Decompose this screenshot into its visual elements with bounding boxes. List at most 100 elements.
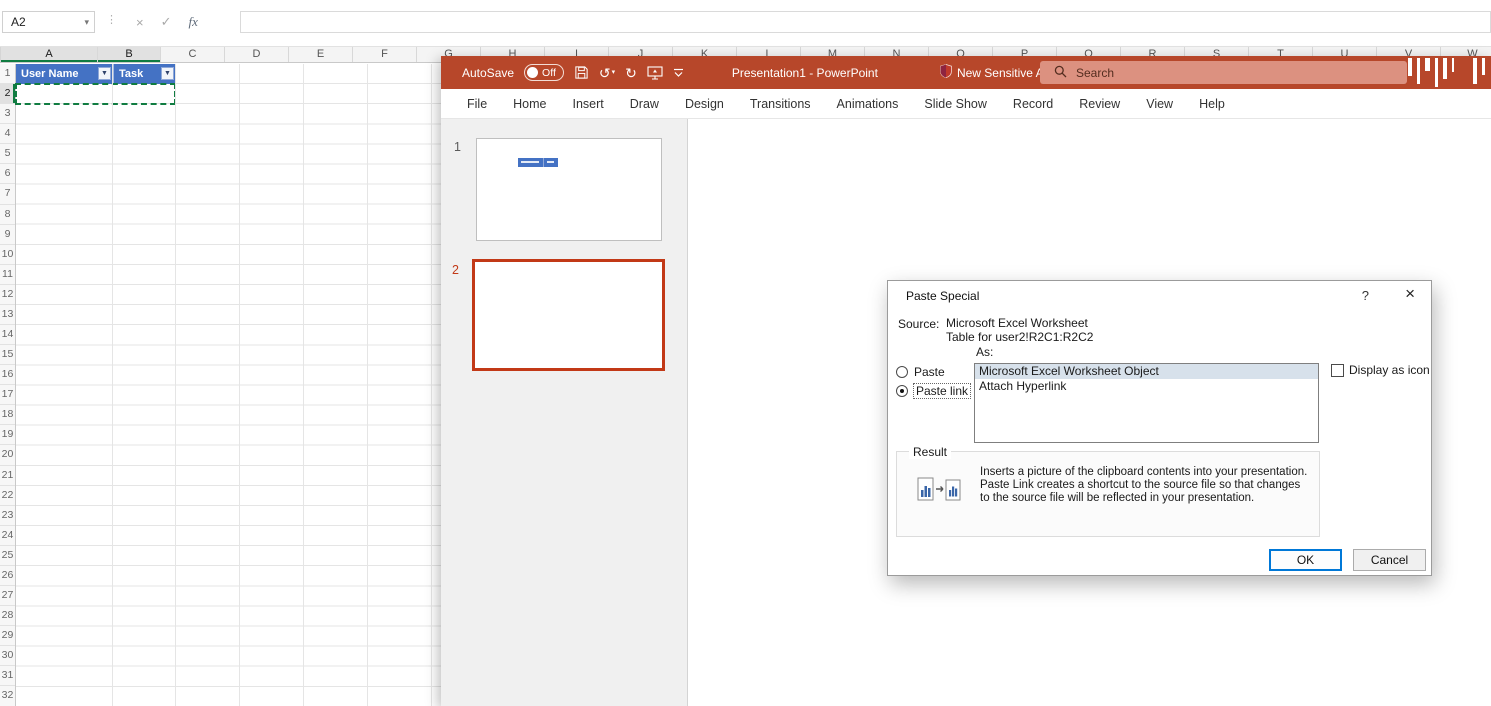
- ribbon-tab-review[interactable]: Review: [1066, 89, 1133, 119]
- redo-icon[interactable]: ↻: [625, 66, 637, 80]
- dialog-titlebar[interactable]: Paste Special ? ×: [888, 281, 1431, 311]
- row-header-9[interactable]: 9: [0, 225, 15, 245]
- ribbon-tab-home[interactable]: Home: [500, 89, 559, 119]
- row-header-7[interactable]: 7: [0, 184, 15, 205]
- slide-thumbnails-pane: 1 2: [441, 119, 688, 706]
- save-icon[interactable]: [574, 65, 589, 80]
- name-box-dropdown-icon[interactable]: ▾: [84, 12, 89, 32]
- row-header-5[interactable]: 5: [0, 144, 15, 165]
- row-header-25[interactable]: 25: [0, 546, 15, 566]
- ribbon-tab-record[interactable]: Record: [1000, 89, 1066, 119]
- undo-icon[interactable]: ↺ ▾: [599, 66, 615, 80]
- help-icon[interactable]: ?: [1362, 288, 1369, 303]
- paste-radio[interactable]: Paste: [896, 365, 945, 379]
- as-listbox[interactable]: Microsoft Excel Worksheet Object Attach H…: [974, 363, 1319, 443]
- row-header-12[interactable]: 12: [0, 285, 15, 305]
- toggle-knob-icon: [527, 67, 539, 78]
- autosave-toggle[interactable]: Off: [524, 64, 564, 81]
- ribbon-tabs: File Home Insert Draw Design Transitions Anima…: [441, 89, 1491, 119]
- row-header-10[interactable]: 10: [0, 245, 15, 265]
- row-header-21[interactable]: 21: [0, 466, 15, 486]
- row-header-2[interactable]: 2: [0, 84, 15, 105]
- gridline: [175, 64, 176, 706]
- column-header-b[interactable]: B: [98, 47, 161, 62]
- enter-icon[interactable]: ✓: [161, 14, 172, 30]
- slide-1-thumbnail[interactable]: [476, 138, 662, 241]
- column-header-f[interactable]: F: [353, 47, 417, 62]
- column-header-d[interactable]: D: [225, 47, 289, 62]
- result-groupbox: Result Inserts a picture of the clipboar…: [896, 445, 1320, 537]
- row-header-8[interactable]: 8: [0, 205, 15, 225]
- ribbon-tab-view[interactable]: View: [1133, 89, 1186, 119]
- table-header-cell-b1[interactable]: Task ▼: [113, 64, 176, 84]
- column-header-e[interactable]: E: [289, 47, 353, 62]
- row-header-29[interactable]: 29: [0, 626, 15, 647]
- column-header-a[interactable]: A: [1, 47, 98, 62]
- paste-link-radio[interactable]: Paste link: [896, 383, 972, 399]
- row-header-31[interactable]: 31: [0, 666, 15, 687]
- ribbon-tab-slide-show[interactable]: Slide Show: [911, 89, 1000, 119]
- row-header-16[interactable]: 16: [0, 365, 15, 386]
- slide-2-thumbnail[interactable]: [472, 259, 665, 371]
- gridline: [431, 64, 432, 706]
- row-header-27[interactable]: 27: [0, 586, 15, 607]
- row-header-28[interactable]: 28: [0, 606, 15, 627]
- row-headers: 1 2 3 4 5 6 7 8 9 10 11 12 13 14 15 16 17 18 19 20 21 22 23 24 2…: [0, 64, 16, 706]
- start-slideshow-icon[interactable]: [647, 65, 663, 80]
- row-header-20[interactable]: 20: [0, 445, 15, 466]
- dialog-title: Paste Special: [906, 289, 980, 303]
- window-controls-artifact: [1408, 58, 1485, 88]
- row-header-4[interactable]: 4: [0, 124, 15, 145]
- formula-input[interactable]: [240, 11, 1491, 33]
- display-as-icon-checkbox[interactable]: Display as icon: [1331, 363, 1430, 377]
- row-header-19[interactable]: 19: [0, 425, 15, 446]
- ribbon-tab-draw[interactable]: Draw: [617, 89, 672, 119]
- column-header-c[interactable]: C: [161, 47, 225, 62]
- search-icon: [1054, 65, 1067, 81]
- ribbon-tab-animations[interactable]: Animations: [824, 89, 912, 119]
- cancel-button[interactable]: Cancel: [1353, 549, 1426, 571]
- radio-checked-icon: [896, 385, 908, 397]
- ribbon-tab-insert[interactable]: Insert: [560, 89, 617, 119]
- ribbon-tab-design[interactable]: Design: [672, 89, 737, 119]
- ribbon-tab-file[interactable]: File: [454, 89, 500, 119]
- sensitivity-label: New Sensitive A*: [956, 65, 1049, 80]
- close-icon[interactable]: ×: [1405, 285, 1415, 302]
- row-header-18[interactable]: 18: [0, 405, 15, 426]
- row-header-30[interactable]: 30: [0, 646, 15, 667]
- checkbox-unchecked-icon: [1331, 363, 1344, 377]
- cancel-icon[interactable]: ×: [136, 15, 144, 30]
- ok-button[interactable]: OK: [1269, 549, 1342, 571]
- ribbon-tab-transitions[interactable]: Transitions: [737, 89, 824, 119]
- row-header-3[interactable]: 3: [0, 104, 15, 125]
- filter-dropdown-icon[interactable]: ▼: [161, 67, 174, 80]
- row-header-1[interactable]: 1: [0, 64, 15, 85]
- row-header-17[interactable]: 17: [0, 385, 15, 406]
- table-header-label: Task: [119, 68, 144, 80]
- powerpoint-titlebar[interactable]: AutoSave Off ↺ ▾ ↻ Presentation1 - PowerP…: [441, 56, 1491, 89]
- result-label: Result: [909, 445, 952, 459]
- copied-range-marquee: [15, 83, 176, 105]
- row-header-15[interactable]: 15: [0, 345, 15, 366]
- insert-function-icon[interactable]: fx: [189, 14, 198, 30]
- row-header-11[interactable]: 11: [0, 265, 15, 285]
- row-header-32[interactable]: 32: [0, 686, 15, 706]
- as-option-1[interactable]: Attach Hyperlink: [975, 379, 1318, 394]
- ribbon-tab-help[interactable]: Help: [1186, 89, 1238, 119]
- row-header-26[interactable]: 26: [0, 566, 15, 587]
- row-header-22[interactable]: 22: [0, 486, 15, 506]
- row-header-14[interactable]: 14: [0, 325, 15, 346]
- select-all-corner[interactable]: [0, 47, 1, 62]
- row-header-24[interactable]: 24: [0, 526, 15, 546]
- quick-access-toolbar-dropdown-icon[interactable]: [673, 68, 684, 78]
- row-header-13[interactable]: 13: [0, 305, 15, 326]
- filter-dropdown-icon[interactable]: ▼: [98, 67, 111, 80]
- row-header-23[interactable]: 23: [0, 506, 15, 526]
- row-header-6[interactable]: 6: [0, 164, 15, 185]
- name-box[interactable]: A2 ▾: [2, 11, 95, 33]
- as-option-0[interactable]: Microsoft Excel Worksheet Object: [975, 364, 1318, 379]
- source-label: Source:: [898, 317, 940, 331]
- table-header-cell-a1[interactable]: User Name ▼: [16, 64, 113, 84]
- paste-link-radio-label: Paste link: [912, 383, 972, 399]
- search-box[interactable]: Search: [1040, 61, 1407, 84]
